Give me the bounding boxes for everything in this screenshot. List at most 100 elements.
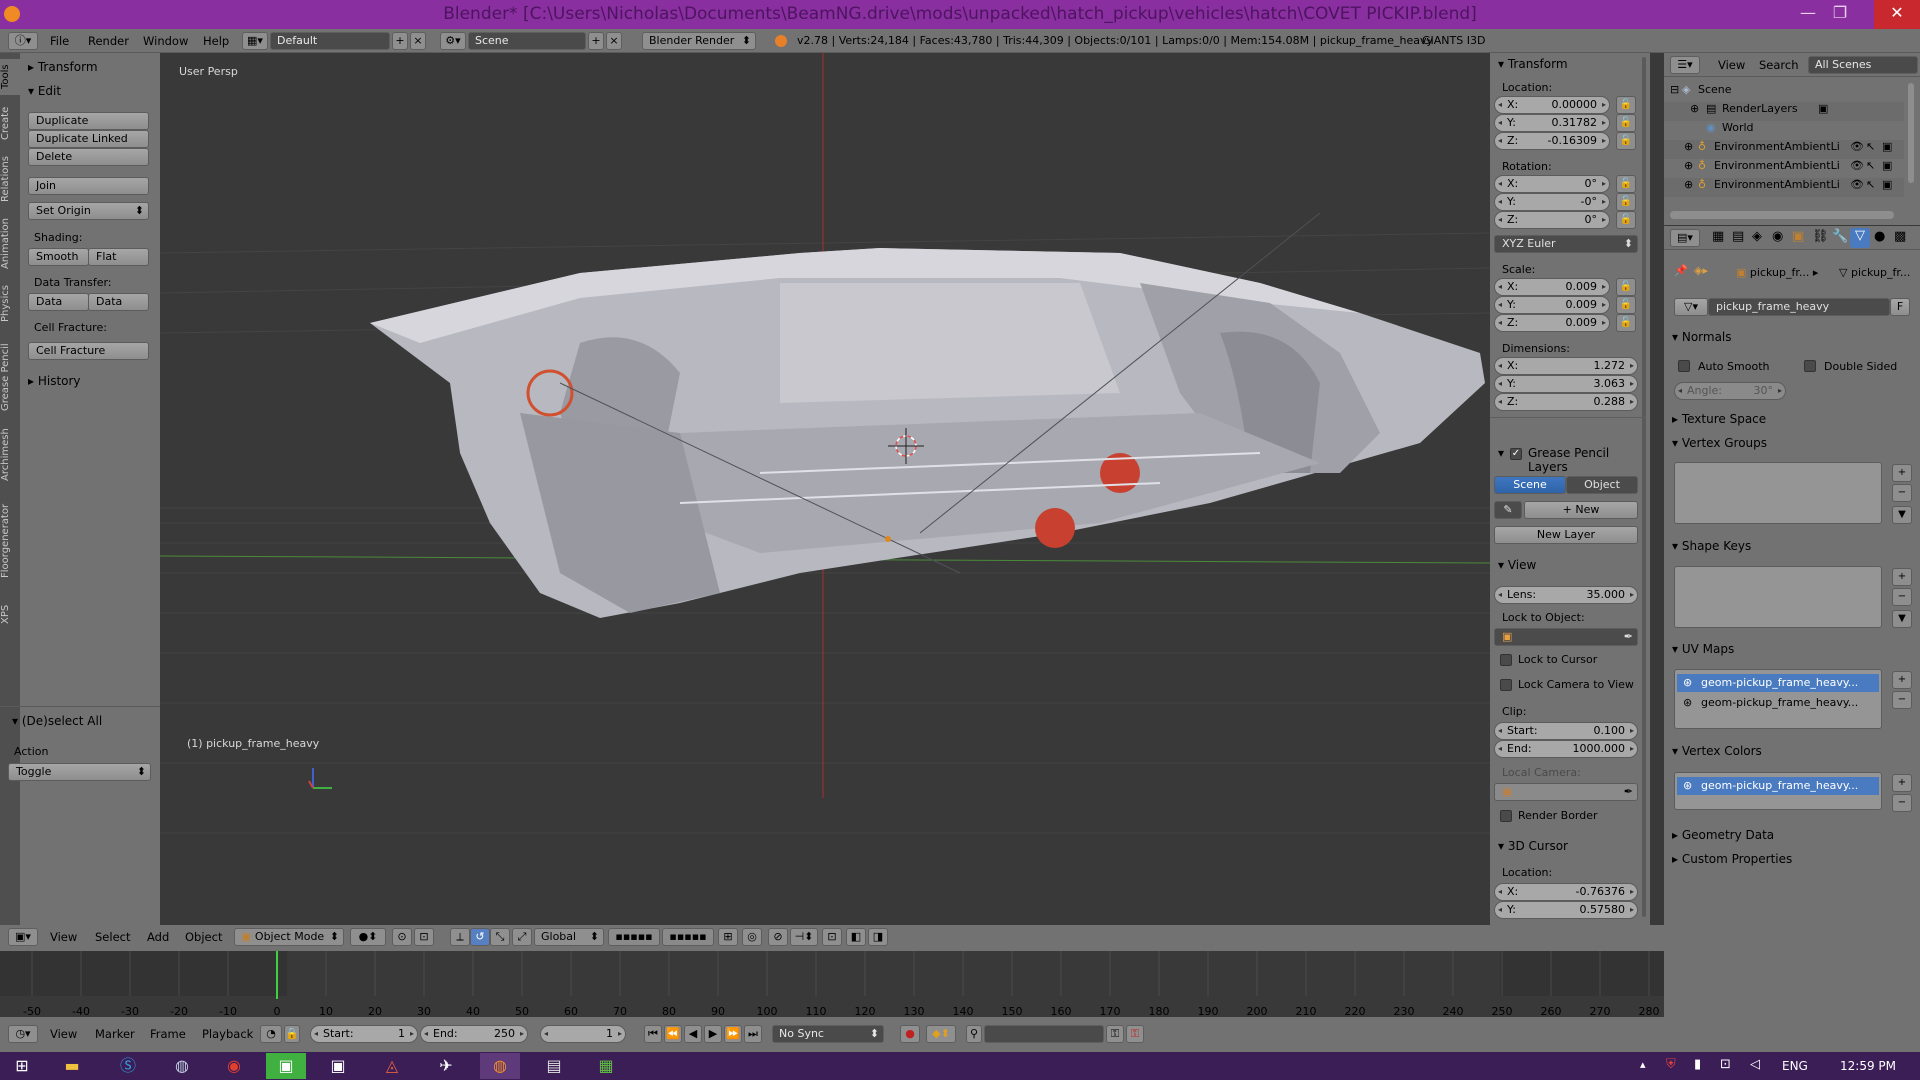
uv-maps-header[interactable]: ▾ UV Maps (1672, 642, 1734, 656)
select-arrow-icon[interactable]: ↖ (1866, 159, 1875, 172)
cursor-y-field[interactable]: ◂ Y: 0.57580 ▸ (1494, 901, 1638, 919)
cursor-x-field[interactable]: ◂ X: -0.76376 ▸ (1494, 883, 1638, 901)
jump-start-icon[interactable]: ⏮ (644, 1025, 662, 1043)
lock-scale-x-icon[interactable]: 🔓 (1616, 278, 1636, 296)
translate-manipulator-icon[interactable]: ⟂ (450, 928, 470, 946)
clip-start-field[interactable]: ◂ Start: 0.100 ▸ (1494, 722, 1638, 740)
3d-view-editor-type-icon[interactable]: ▣▾ (8, 928, 38, 946)
operator-panel-header[interactable]: ▾ (De)select All (12, 714, 102, 728)
eye-icon[interactable]: 👁 (1850, 178, 1864, 191)
dimensions-z-field[interactable]: ◂ Z: 0.288 ▸ (1494, 393, 1638, 411)
shape-key-menu-icon[interactable]: ▼ (1892, 610, 1912, 628)
smooth-button[interactable]: Smooth (28, 248, 89, 266)
n-transform-header[interactable]: ▾ Transform (1498, 57, 1568, 71)
play-icon[interactable]: ▶ (704, 1025, 722, 1043)
location-z-field[interactable]: ◂ Z: -0.16309 ▸ (1494, 132, 1610, 150)
data-layout-button[interactable]: Data Layo (88, 293, 149, 311)
menu-help[interactable]: Help (203, 34, 229, 48)
app-dark-icon[interactable]: ▣ (318, 1053, 358, 1079)
local-icon[interactable]: ⤢ (512, 928, 532, 946)
uv-map-remove-icon[interactable]: − (1892, 691, 1912, 709)
rotation-y-field[interactable]: ◂ Y: -0° ▸ (1494, 193, 1610, 211)
fake-user-button[interactable]: F (1890, 298, 1910, 316)
close-button[interactable]: ✕ (1874, 0, 1920, 29)
vertex-colors-list[interactable]: ⊛ geom-pickup_frame_heavy... (1674, 772, 1882, 810)
uv-map-row-active[interactable]: ⊛ geom-pickup_frame_heavy... (1677, 674, 1879, 692)
app-green-icon[interactable]: ▣ (266, 1053, 306, 1079)
pivot-icon[interactable]: ⊙ (392, 928, 412, 946)
rotation-z-field[interactable]: ◂ Z: 0° ▸ (1494, 211, 1610, 229)
scale-x-field[interactable]: ◂ X: 0.009 ▸ (1494, 278, 1610, 296)
lock-location-x-icon[interactable]: 🔓 (1616, 96, 1636, 114)
tab-relations[interactable]: Relations (0, 153, 20, 205)
shape-keys-list[interactable] (1674, 566, 1882, 628)
edit-panel-header[interactable]: ▾ Edit (28, 84, 61, 98)
tray-network-icon[interactable]: ⊡ (1720, 1057, 1731, 1072)
gp-new-layer-button[interactable]: New Layer (1494, 526, 1638, 544)
texture-space-header[interactable]: ▸ Texture Space (1672, 412, 1766, 426)
lock-rotation-z-icon[interactable]: 🔓 (1616, 211, 1636, 229)
shape-key-remove-icon[interactable]: − (1892, 588, 1912, 606)
3d-menu-select[interactable]: Select (95, 930, 130, 944)
snap-target-icon[interactable]: ⊡ (822, 928, 842, 946)
geometry-data-header[interactable]: ▸ Geometry Data (1672, 828, 1774, 842)
jump-keyframe-back-icon[interactable]: ⏪ (664, 1025, 682, 1043)
keying-set-icon[interactable]: ◆⬍ (926, 1025, 956, 1043)
lock-range-icon[interactable]: 🔒 (284, 1025, 300, 1043)
jump-end-icon[interactable]: ⏭ (744, 1025, 762, 1043)
uv-map-add-icon[interactable]: + (1892, 671, 1912, 689)
outliner-h-scrollbar[interactable] (1670, 211, 1894, 219)
tray-volume-icon[interactable]: ◁ (1750, 1057, 1760, 1072)
timeline-editor-type-icon[interactable]: ◷▾ (8, 1025, 38, 1043)
location-y-field[interactable]: ◂ Y: 0.31782 ▸ (1494, 114, 1610, 132)
normals-header[interactable]: ▾ Normals (1672, 330, 1732, 344)
duplicate-linked-button[interactable]: Duplicate Linked (28, 130, 149, 148)
render-tab-icon[interactable]: ▦ (1712, 229, 1724, 244)
layout-field[interactable]: Default (270, 32, 390, 50)
pin-icon[interactable]: 📌 (1674, 264, 1688, 277)
history-panel-header[interactable]: ▸ History (28, 374, 81, 388)
gp-pencil-icon[interactable]: ✎ (1494, 501, 1522, 519)
lens-field[interactable]: ◂ Lens: 35.000 ▸ (1494, 586, 1638, 604)
tab-xps[interactable]: XPS (0, 599, 20, 629)
manipulator-toggle-icon[interactable]: ⊡ (414, 928, 434, 946)
vertex-group-menu-icon[interactable]: ▼ (1892, 506, 1912, 524)
scene-add-icon[interactable]: + (588, 32, 604, 50)
texture-tab-icon[interactable]: ▩ (1894, 229, 1906, 244)
start-icon[interactable]: ⊞ (2, 1053, 42, 1079)
outliner-row-world[interactable]: ◉ World (1664, 121, 1904, 140)
tab-create[interactable]: Create (0, 103, 20, 143)
render-preview-icon[interactable]: ◧ (846, 928, 866, 946)
vertex-group-remove-icon[interactable]: − (1892, 484, 1912, 502)
custom-properties-header[interactable]: ▸ Custom Properties (1672, 852, 1792, 866)
world-tab-icon[interactable]: ◉ (1772, 229, 1783, 244)
layers-grid-1[interactable]: ▪▪▪▪▪ (608, 928, 660, 946)
menu-render[interactable]: Render (88, 34, 129, 48)
info-editor-type-icon[interactable]: ⓘ▾ (8, 32, 38, 50)
scene-remove-icon[interactable]: × (606, 32, 622, 50)
menu-window[interactable]: Window (143, 34, 188, 48)
local-camera-field[interactable]: ▣ ✒ (1494, 783, 1638, 801)
mode-dropdown[interactable]: ▣ Object Mode ⬍ (234, 928, 344, 946)
timeline-menu-frame[interactable]: Frame (150, 1027, 186, 1041)
action-dropdown[interactable]: Toggle ⬍ (8, 763, 151, 781)
steam-icon[interactable]: ◍ (162, 1053, 202, 1079)
dimensions-x-field[interactable]: ◂ X: 1.272 ▸ (1494, 357, 1638, 375)
layout-add-icon[interactable]: + (392, 32, 408, 50)
outliner-menu-search[interactable]: Search (1759, 58, 1799, 72)
render-border-checkbox[interactable] (1500, 810, 1512, 822)
render-engine-dropdown[interactable]: Blender Render ⬍ (642, 32, 756, 50)
language-indicator[interactable]: ENG (1782, 1059, 1808, 1073)
proportional-edit-icon[interactable]: ◎ (742, 928, 762, 946)
vertex-colors-header[interactable]: ▾ Vertex Colors (1672, 744, 1762, 758)
scene-field[interactable]: Scene (468, 32, 586, 50)
outliner-row-renderlayers[interactable]: ⊕ ▤ RenderLayers ▣ (1664, 102, 1904, 121)
eye-icon[interactable]: 👁 (1850, 159, 1864, 172)
delete-keyframe-icon[interactable]: ⚿ (1126, 1025, 1144, 1043)
gp-scene-tab[interactable]: Scene (1494, 476, 1566, 494)
vertex-groups-list[interactable] (1674, 462, 1882, 524)
clip-end-field[interactable]: ◂ End: 1000.000 ▸ (1494, 740, 1638, 758)
render-toggle-icon[interactable]: ▣ (1882, 178, 1892, 191)
rotate-manipulator-icon[interactable]: ↺ (470, 928, 490, 946)
skype-icon[interactable]: Ⓢ (108, 1053, 148, 1079)
